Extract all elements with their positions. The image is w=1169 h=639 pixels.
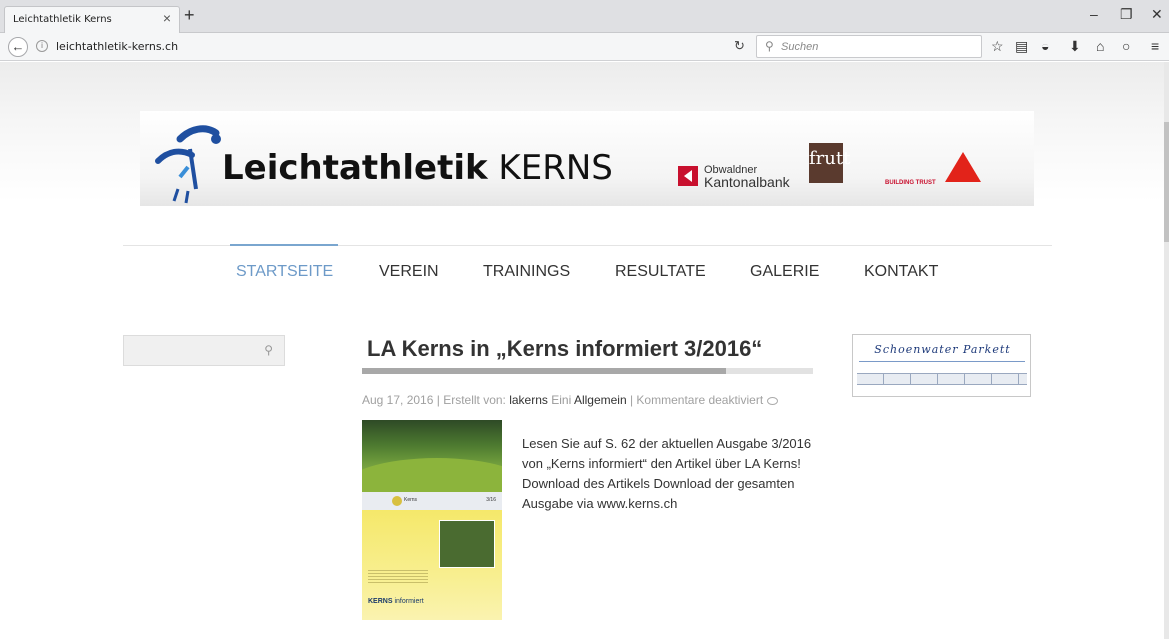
post-category-link[interactable]: Allgemein [574,393,627,407]
pocket-icon[interactable]: ◒ [1041,38,1049,54]
site-info-icon[interactable]: i [36,40,48,52]
nav-item-galerie[interactable]: GALERIE [750,263,819,281]
page-scrollbar[interactable] [1164,62,1169,639]
sponsor-ad-planks [857,373,1027,385]
sika-tagline: BUILDING TRUST [885,180,936,186]
cover-band-label: Kerns [404,497,418,503]
cover-photo [439,520,495,568]
post-category-prefix: Eini [551,393,572,407]
new-tab-button[interactable]: + [184,5,195,26]
browser-tab[interactable]: Leichtathletik Kerns × [4,6,180,33]
minimize-button[interactable]: – [1090,6,1098,22]
cover-yellow-area: KERNS informiert [362,510,502,620]
cover-caption-rest: informiert [392,598,424,605]
address-bar[interactable]: leichtathletik-kerns.ch [56,40,178,53]
chat-icon[interactable]: ○ [1122,38,1130,54]
home-icon[interactable]: ⌂ [1096,38,1104,54]
close-window-button[interactable]: ✕ [1151,6,1163,23]
post-created-by-label: | Erstellt von: [433,393,510,407]
okb-logo-icon [678,166,698,186]
magazine-cover-image[interactable]: Kerns 3/16 KERNS informiert [362,420,502,620]
menu-icon[interactable]: ≡ [1151,38,1159,54]
site-title-bold: Leichtathletik [222,148,488,188]
sponsor-frutt-logo[interactable]: frutt [809,143,850,183]
site-title-rest: KERNS [487,148,613,188]
post-body: Lesen Sie auf S. 62 der aktuellen Ausgab… [522,436,812,511]
star-icon[interactable]: ☆ [991,38,1004,55]
download-icon[interactable]: ⬇ [1069,38,1081,55]
site-title[interactable]: Leichtathletik KERNS [222,148,613,188]
post-author-link[interactable]: lakerns [509,393,548,407]
cover-issue: 3/16 [486,497,496,503]
cover-caption: KERNS informiert [368,598,424,605]
search-icon[interactable]: ⚲ [264,343,273,357]
post-meta: Aug 17, 2016 | Erstellt von: lakerns Ein… [362,393,779,407]
post-date: Aug 17, 2016 [362,393,434,407]
browser-nav-bar: ← i leichtathletik-kerns.ch ↻ ⚲ Suchen ☆… [0,33,1169,61]
nav-item-trainings[interactable]: TRAININGS [483,263,570,281]
back-arrow-icon[interactable]: ← [8,37,28,57]
close-tab-icon[interactable]: × [163,10,171,26]
sika-logo-icon [945,152,981,182]
nav-item-verein[interactable]: VEREIN [379,263,439,281]
web-page: Leichtathletik KERNS Obwaldner Kantonalb… [0,62,1169,639]
browser-search-input[interactable]: ⚲ Suchen [756,35,982,58]
post-title-underline [362,368,813,374]
sidebar-sponsor-ad[interactable]: Schoenwater Parkett [852,334,1031,397]
site-header-banner: Leichtathletik KERNS Obwaldner Kantonalb… [140,111,1034,206]
okb-line2: Kantonalbank [704,174,790,190]
search-placeholder: Suchen [781,41,819,53]
cover-landscape [362,420,502,518]
sponsor-ad-rule [859,361,1025,362]
nav-item-resultate[interactable]: RESULTATE [615,263,706,281]
comment-icon [767,396,779,405]
cover-text-lines [368,570,428,584]
post-title-underline-fill [362,368,726,374]
search-icon: ⚲ [765,39,774,53]
browser-tab-bar: Leichtathletik Kerns × + – ❐ ✕ [0,0,1169,33]
reload-icon[interactable]: ↻ [734,38,745,54]
sponsor-ad-text: Schoenwater Parkett [874,343,1011,356]
sidebar-search-input[interactable]: ⚲ [123,335,285,366]
nav-item-kontakt[interactable]: KONTAKT [864,263,938,281]
restore-button[interactable]: ❐ [1120,6,1133,23]
cover-band: Kerns 3/16 [362,492,502,510]
nav-active-indicator [230,244,338,246]
scrollbar-thumb[interactable] [1164,122,1169,242]
runner-logo-icon [155,125,221,204]
cover-caption-bold: KERNS [368,598,393,605]
post-title[interactable]: LA Kerns in „Kerns informiert 3/2016“ [367,336,762,362]
post-comments-status: | Kommentare deaktiviert [626,393,764,407]
reading-list-icon[interactable]: ▤ [1015,38,1028,55]
cover-logo-icon [392,496,402,506]
nav-item-startseite[interactable]: STARTSEITE [236,263,333,281]
tab-title: Leichtathletik Kerns [13,14,112,25]
